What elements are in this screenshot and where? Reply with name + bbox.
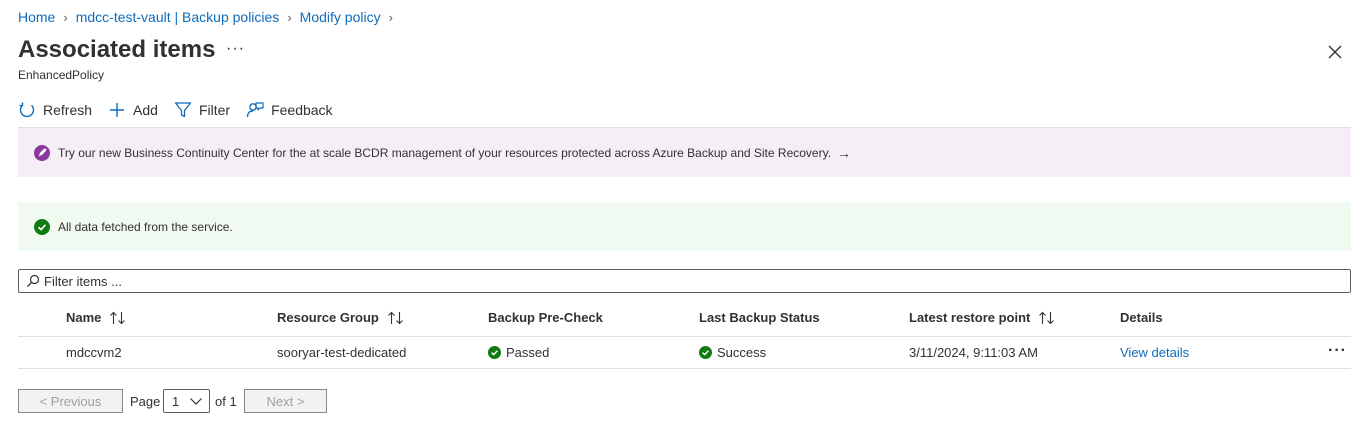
feedback-icon (246, 102, 264, 118)
precheck-status: Passed (506, 345, 550, 360)
arrow-right-icon: → (837, 144, 852, 161)
feedback-label: Feedback (271, 102, 333, 118)
breadcrumb-home[interactable]: Home (18, 9, 55, 25)
sort-icon (387, 311, 403, 324)
column-header-resource-group[interactable]: Resource Group (277, 310, 405, 325)
refresh-label: Refresh (43, 102, 93, 118)
row-more-options-button[interactable]: ··· (1328, 342, 1347, 360)
breadcrumb-vault[interactable]: mdcc-test-vault | Backup policies (76, 9, 280, 25)
promo-banner[interactable]: Try our new Business Continuity Center f… (18, 128, 1351, 177)
rocket-icon (34, 144, 50, 161)
page-title: Associated items (18, 36, 216, 63)
status-text: All data fetched from the service. (58, 219, 233, 234)
refresh-button[interactable]: Refresh (18, 101, 92, 119)
cell-resource-group: sooryar-test-dedicated (277, 345, 407, 360)
more-options-button[interactable]: ··· (226, 40, 245, 58)
success-icon (488, 346, 501, 359)
close-icon (1328, 45, 1342, 59)
filter-items-box[interactable] (18, 269, 1351, 293)
previous-page-button[interactable]: < Previous (18, 389, 123, 413)
status-banner: All data fetched from the service. (18, 202, 1351, 251)
promo-text: Try our new Business Continuity Center f… (58, 145, 832, 160)
success-icon (34, 218, 50, 235)
page-select[interactable]: 1 (163, 389, 210, 413)
backup-status: Success (717, 345, 767, 360)
add-button[interactable]: Add (108, 101, 158, 119)
page-select-value: 1 (172, 393, 180, 409)
page-count-label: of 1 (215, 394, 237, 409)
chevron-right-icon: › (388, 9, 393, 25)
sort-icon (110, 311, 126, 324)
plus-icon (110, 103, 125, 117)
column-header-name[interactable]: Name (66, 310, 127, 325)
filter-icon (174, 102, 192, 118)
view-details-link[interactable]: View details (1120, 345, 1189, 360)
cell-name: mdccvm2 (66, 345, 122, 360)
chevron-right-icon: › (287, 9, 292, 25)
table-row-divider (18, 368, 1351, 369)
cell-backup-precheck: Passed (488, 345, 549, 360)
add-label: Add (133, 102, 158, 118)
success-icon (699, 346, 712, 359)
column-header-latest-restore-point[interactable]: Latest restore point (909, 310, 1056, 325)
column-header-last-backup-status: Last Backup Status (699, 310, 820, 325)
filter-items-input[interactable] (44, 273, 1334, 289)
refresh-icon (19, 102, 35, 118)
search-icon (27, 274, 40, 287)
close-button[interactable] (1324, 41, 1346, 63)
next-page-button[interactable]: Next > (244, 389, 327, 413)
command-bar: Refresh Add Filter Feedback (18, 98, 349, 122)
filter-label: Filter (198, 102, 231, 118)
chevron-down-icon (190, 398, 203, 405)
filter-button[interactable]: Filter (174, 101, 230, 119)
cell-last-backup-status: Success (699, 345, 766, 360)
cell-latest-restore-point: 3/11/2024, 9:11:03 AM (909, 345, 1038, 360)
breadcrumb-modify-policy[interactable]: Modify policy (300, 9, 381, 25)
page-label: Page (130, 394, 161, 409)
sort-icon (1039, 311, 1055, 324)
breadcrumb: Home › mdcc-test-vault | Backup policies… (18, 9, 401, 25)
column-header-details: Details (1120, 310, 1163, 325)
column-header-backup-precheck: Backup Pre-Check (488, 310, 603, 325)
page-subtitle: EnhancedPolicy (18, 68, 105, 82)
chevron-right-icon: › (63, 9, 68, 25)
feedback-button[interactable]: Feedback (246, 101, 333, 119)
table-header-divider (18, 336, 1351, 337)
